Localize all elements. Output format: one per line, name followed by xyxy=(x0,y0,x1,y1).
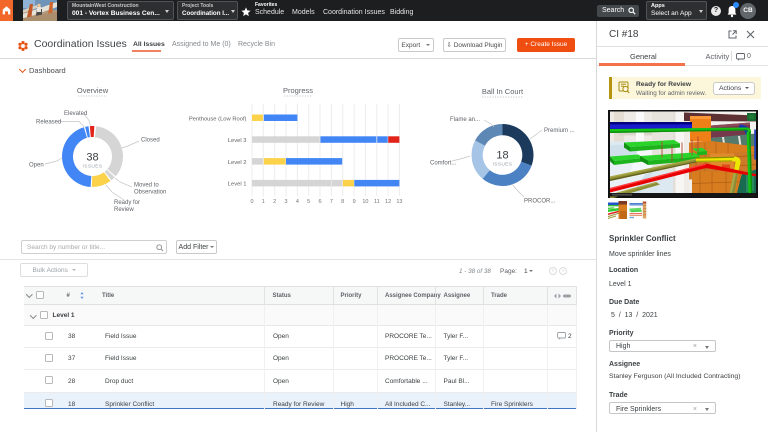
svg-text:0: 0 xyxy=(250,199,253,205)
svg-text:Penthouse (Low Roof): Penthouse (Low Roof) xyxy=(189,116,247,122)
svg-text:2: 2 xyxy=(273,199,276,205)
svg-text:6: 6 xyxy=(318,199,321,205)
svg-text:PROCOR...: PROCOR... xyxy=(524,199,556,205)
svg-text:Level 3: Level 3 xyxy=(228,138,247,144)
svg-text:13: 13 xyxy=(396,199,402,205)
svg-text:38: 38 xyxy=(86,152,98,164)
svg-text:ISSUES: ISSUES xyxy=(493,162,513,168)
svg-text:Comfort...: Comfort... xyxy=(430,161,457,167)
svg-text:18: 18 xyxy=(496,150,508,162)
svg-text:Released: Released xyxy=(36,120,61,126)
svg-text:Moved to: Moved to xyxy=(134,183,159,189)
svg-text:8: 8 xyxy=(341,199,344,205)
svg-text:Elevated: Elevated xyxy=(64,111,87,117)
svg-text:12: 12 xyxy=(385,199,391,205)
svg-text:4: 4 xyxy=(296,199,299,205)
svg-text:Overview: Overview xyxy=(77,86,109,95)
svg-text:Flame an...: Flame an... xyxy=(450,117,480,123)
svg-text:Ball In Court: Ball In Court xyxy=(482,87,524,96)
svg-text:Observation: Observation xyxy=(134,190,166,196)
svg-text:9: 9 xyxy=(353,199,356,205)
svg-text:7: 7 xyxy=(330,199,333,205)
svg-text:1: 1 xyxy=(262,199,265,205)
svg-text:Level 2: Level 2 xyxy=(228,160,247,166)
svg-text:Level 1: Level 1 xyxy=(228,182,247,188)
svg-text:ISSUES: ISSUES xyxy=(83,164,103,170)
svg-text:Progress: Progress xyxy=(283,86,313,95)
svg-text:Closed: Closed xyxy=(141,138,160,144)
svg-text:10: 10 xyxy=(362,199,368,205)
svg-text:Review: Review xyxy=(114,207,134,213)
svg-text:Premium ...: Premium ... xyxy=(544,128,575,134)
svg-text:Ready for: Ready for xyxy=(114,200,140,206)
svg-text:Open: Open xyxy=(29,163,44,169)
svg-text:11: 11 xyxy=(374,199,380,205)
svg-text:5: 5 xyxy=(307,199,310,205)
svg-text:3: 3 xyxy=(284,199,287,205)
